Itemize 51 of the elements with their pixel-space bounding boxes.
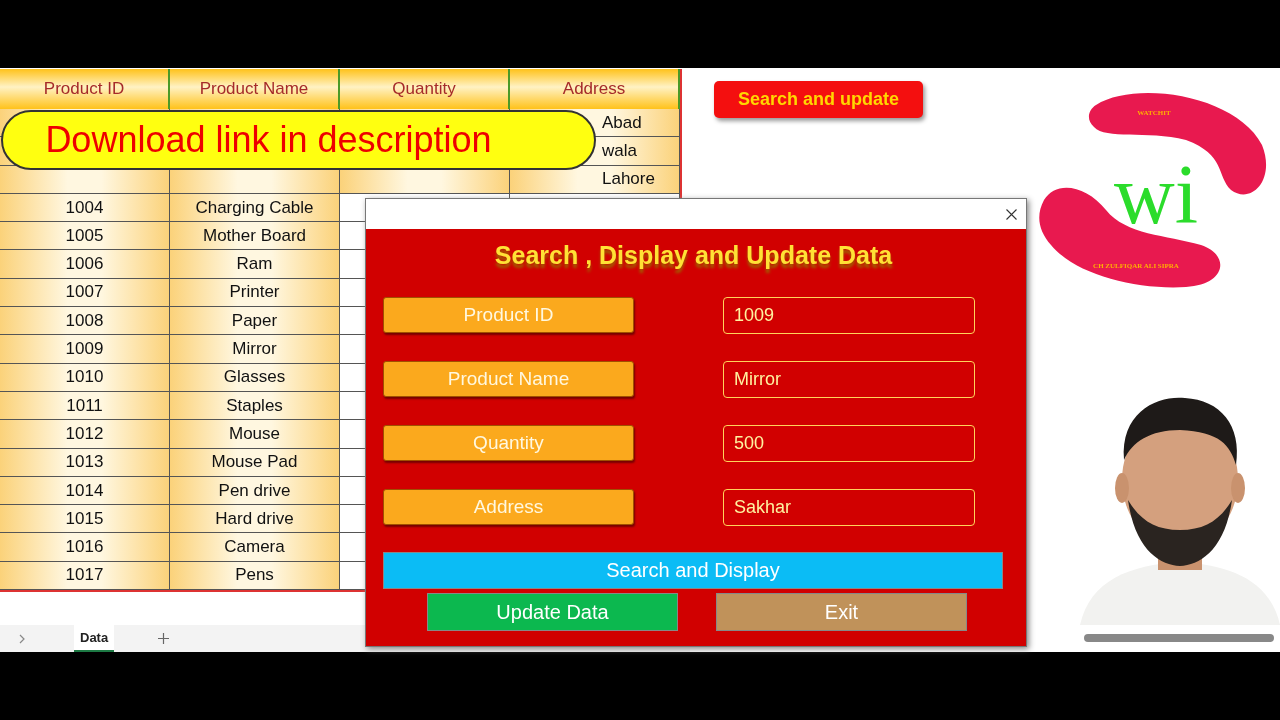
table-cell: 1008 <box>0 307 170 336</box>
field-label-button[interactable]: Product Name <box>383 361 634 397</box>
scroll-right-icon[interactable] <box>18 633 26 644</box>
table-cell: 1017 <box>0 561 170 591</box>
field-label-button[interactable]: Quantity <box>383 425 634 461</box>
input-field[interactable]: 500 <box>723 425 975 462</box>
input-field[interactable]: 1009 <box>723 297 975 334</box>
sheet-tab[interactable]: Data <box>74 625 115 652</box>
table-cell: Mother Board <box>170 222 340 251</box>
column-header: Product ID <box>0 69 170 109</box>
search-update-button[interactable]: Search and update <box>714 81 923 118</box>
table-cell: Mouse Pad <box>170 448 340 477</box>
column-header: Quantity <box>340 69 510 109</box>
action-button[interactable]: Exit <box>716 593 967 631</box>
table-cell: 1005 <box>0 222 170 251</box>
close-icon[interactable] <box>1006 208 1017 220</box>
action-button[interactable]: Search and Display <box>383 552 1003 589</box>
table-cell: Pen drive <box>170 476 340 506</box>
input-field[interactable]: Sakhar <box>723 489 975 526</box>
table-cell: Printer <box>170 278 340 308</box>
table-cell: 1012 <box>0 420 170 449</box>
table-cell: Mouse <box>170 420 340 449</box>
add-sheet-icon[interactable] <box>158 633 170 644</box>
table-cell: 1013 <box>0 448 170 477</box>
field-label-button[interactable]: Product ID <box>383 297 634 333</box>
table-cell: Ram <box>170 250 340 279</box>
action-button[interactable]: Update Data <box>427 593 678 631</box>
banner: Download link in description <box>1 110 596 170</box>
field-label-button[interactable]: Address <box>383 489 634 525</box>
table-cell: Glasses <box>170 363 340 392</box>
table-cell: 1007 <box>0 278 170 308</box>
table-cell: 1011 <box>0 391 170 421</box>
table-cell: Staples <box>170 391 340 421</box>
table-cell: 1014 <box>0 476 170 506</box>
table-cell: 1016 <box>0 533 170 562</box>
table-cell: Hard drive <box>170 505 340 534</box>
table-cell: 1006 <box>0 250 170 279</box>
table-cell: 1004 <box>0 193 170 223</box>
table-cell: Camera <box>170 533 340 562</box>
table-cell: 1009 <box>0 335 170 364</box>
table-cell: Mirror <box>170 335 340 364</box>
scrollbar-thumb[interactable] <box>1084 634 1274 642</box>
column-header: Address <box>510 69 680 109</box>
dialog-title: Search , Display and Update Data <box>494 240 893 271</box>
table-cell: 1015 <box>0 505 170 534</box>
column-header: Product Name <box>170 69 340 109</box>
table-cell: Charging Cable <box>170 193 340 223</box>
table-cell: Paper <box>170 307 340 336</box>
input-field[interactable]: Mirror <box>723 361 975 398</box>
table-cell: 1010 <box>0 363 170 392</box>
table-cell: Pens <box>170 561 340 591</box>
